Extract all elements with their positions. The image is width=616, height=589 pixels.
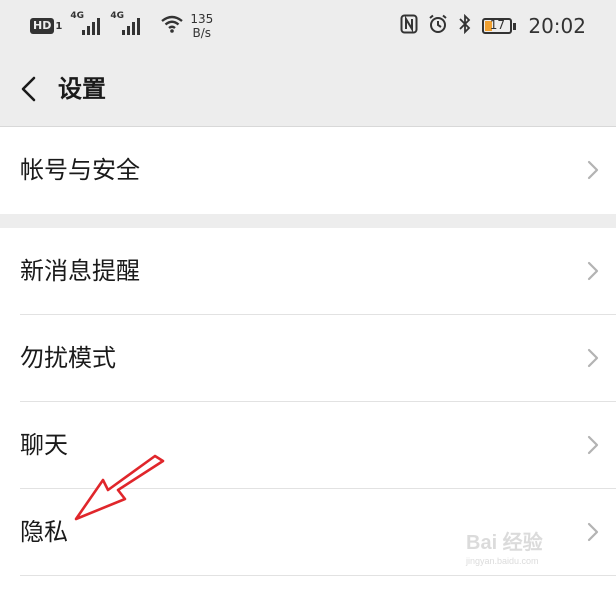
- hd-voice-badge: HD: [30, 18, 55, 34]
- row-divider: [20, 575, 616, 576]
- status-bar-left: HD 1 4G 4G 135 B/s: [30, 10, 213, 42]
- settings-item-label: 聊天: [20, 431, 68, 459]
- chevron-right-icon: [587, 522, 599, 542]
- watermark-brand: Bai 经验: [466, 532, 543, 554]
- signal-2-network-tag: 4G: [110, 11, 124, 21]
- settings-item-label: 帐号与安全: [20, 156, 140, 184]
- network-speed-unit: B/s: [192, 26, 212, 40]
- status-bar: HD 1 4G 4G 135 B/s 17 20:02: [0, 0, 616, 52]
- signal-1-icon: 4G: [70, 11, 101, 35]
- settings-group-account: 帐号与安全: [0, 127, 616, 214]
- settings-item-account-security[interactable]: 帐号与安全: [0, 127, 616, 214]
- signal-2-icon: 4G: [110, 11, 141, 35]
- chevron-right-icon: [587, 160, 599, 180]
- network-speed: 135 B/s: [190, 12, 213, 40]
- settings-item-label: 勿扰模式: [20, 344, 116, 372]
- back-arrow-icon: [21, 76, 36, 102]
- watermark-url: jingyan.baidu.com: [466, 556, 539, 566]
- hd-voice-sub: 1: [55, 20, 63, 32]
- chevron-right-icon: [587, 261, 599, 281]
- status-time: 20:02: [528, 14, 586, 38]
- nfc-icon: [400, 14, 418, 38]
- settings-item-do-not-disturb[interactable]: 勿扰模式: [0, 315, 616, 402]
- settings-item-label: 隐私: [20, 518, 68, 546]
- chevron-right-icon: [587, 435, 599, 455]
- status-bar-right: 17 20:02: [390, 10, 586, 42]
- bluetooth-icon: [458, 13, 472, 38]
- settings-item-new-message-notify[interactable]: 新消息提醒: [0, 228, 616, 315]
- alarm-icon: [428, 14, 448, 38]
- baidu-jingyan-watermark: Bai 经验 jingyan.baidu.com: [466, 520, 586, 570]
- network-speed-value: 135: [190, 12, 214, 26]
- settings-item-chat[interactable]: 聊天: [0, 402, 616, 489]
- signal-1-network-tag: 4G: [70, 11, 84, 21]
- chevron-right-icon: [587, 348, 599, 368]
- page-title: 设置: [58, 75, 106, 103]
- battery-level: 17: [489, 18, 505, 32]
- wifi-icon: [160, 14, 184, 38]
- settings-item-label: 新消息提醒: [20, 257, 140, 285]
- battery-icon: 17: [482, 18, 517, 34]
- title-bar: 设置: [0, 52, 616, 127]
- back-button[interactable]: [14, 72, 48, 106]
